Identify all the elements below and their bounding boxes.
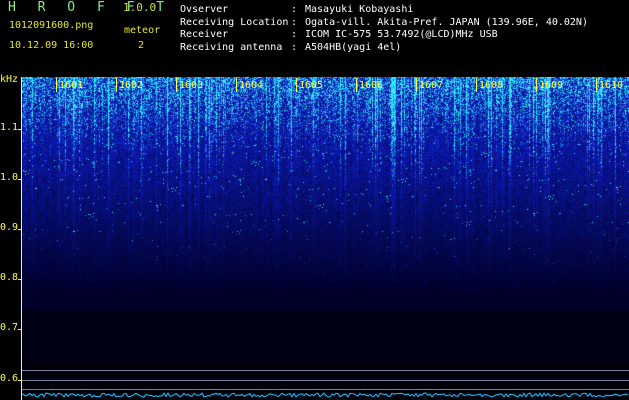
timestamp: 10.12.09 16:00 [9, 40, 94, 51]
x-tick-mark [416, 78, 417, 92]
reference-line [22, 380, 629, 381]
meteor-label: meteor [124, 25, 161, 36]
x-tick-label: 1605 [299, 80, 324, 91]
x-tick-mark [356, 78, 357, 92]
x-tick-label: 1610 [599, 80, 624, 91]
info-colon: : [291, 29, 304, 40]
x-tick-mark [116, 78, 117, 92]
info-value: Ogata-vill. Akita-Pref. JAPAN (139.96E, … [305, 16, 588, 28]
y-tick-mark [18, 279, 22, 280]
info-row-observer: Ovserver: Masayuki Kobayashi [180, 4, 588, 17]
x-tick-label: 1603 [179, 80, 204, 91]
info-row-antenna: Receiving antenna: A504HB(yagi 4el) [180, 42, 588, 55]
x-tick-label: 1602 [119, 80, 144, 91]
x-tick-mark [236, 78, 237, 92]
spectrogram-canvas [22, 77, 629, 400]
x-tick-mark [296, 78, 297, 92]
baseline-trace [22, 392, 629, 398]
x-tick-mark [536, 78, 537, 92]
y-tick-mark [18, 329, 22, 330]
info-value: A504HB(yagi 4el) [305, 41, 402, 53]
y-tick-label: 0.8 [0, 272, 19, 283]
info-value: ICOM IC-575 53.7492(@LCD)MHz USB [305, 29, 498, 40]
info-row-location: Receiving Location: Ogata-vill. Akita-Pr… [180, 17, 588, 30]
info-value: Masayuki Kobayashi [305, 4, 414, 15]
file-name: 1012091600.png [9, 20, 94, 31]
y-tick-mark [18, 229, 22, 230]
x-tick-label: 1608 [479, 80, 504, 91]
x-tick-label: 1604 [239, 80, 264, 91]
station-info: Ovserver: Masayuki Kobayashi Receiving L… [180, 4, 588, 54]
info-row-receiver: Receiver: ICOM IC-575 53.7492(@LCD)MHz U… [180, 29, 588, 42]
x-tick-label: 1609 [539, 80, 564, 91]
x-tick-mark [56, 78, 57, 92]
info-key: Receiving Location [180, 16, 289, 28]
x-tick-label: 1607 [419, 80, 444, 91]
info-colon: : [291, 4, 304, 15]
y-tick-label: 1.0 [0, 172, 19, 183]
y-tick-label: 0.6 [0, 373, 19, 384]
y-tick-mark [18, 179, 22, 180]
info-key: Ovserver [180, 4, 229, 15]
y-axis-unit: kHz [0, 74, 19, 85]
info-key: Receiver [180, 29, 229, 40]
y-tick-mark [18, 380, 22, 381]
x-tick-mark [476, 78, 477, 92]
y-tick-label: 0.9 [0, 222, 19, 233]
x-tick-mark [176, 78, 177, 92]
meteor-count: 2 [138, 40, 145, 51]
header-panel: H R O F F T 1.0.0 1012091600.png 10.12.0… [0, 0, 629, 75]
info-colon: : [291, 41, 304, 53]
info-key: Receiving antenna [180, 41, 283, 53]
reference-line [22, 389, 629, 390]
x-tick-mark [596, 78, 597, 92]
y-axis [21, 77, 22, 400]
y-tick-label: 0.7 [0, 322, 19, 333]
info-colon: : [291, 16, 304, 28]
x-tick-label: 1601 [59, 80, 84, 91]
spectrogram [22, 77, 629, 400]
x-tick-label: 1606 [359, 80, 384, 91]
app-version: 1.0.0 [123, 1, 157, 14]
reference-line [22, 370, 629, 371]
y-tick-mark [18, 129, 22, 130]
y-tick-label: 1.1 [0, 122, 19, 133]
